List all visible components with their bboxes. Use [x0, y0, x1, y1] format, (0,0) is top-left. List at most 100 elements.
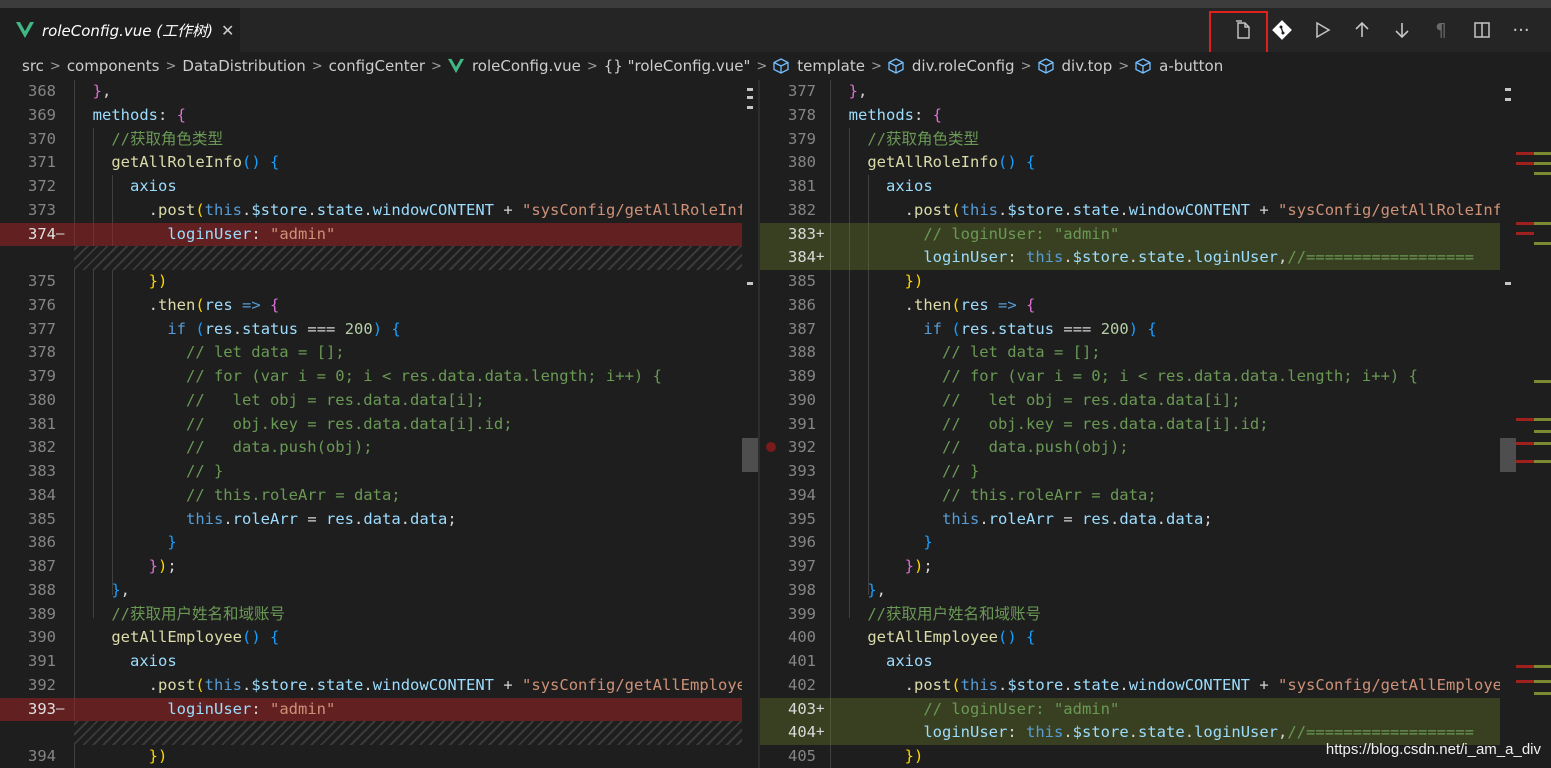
code-line: 381 axios [788, 177, 933, 195]
inserted-marker [1534, 460, 1551, 463]
code-line: 390 getAllEmployee() { [28, 628, 280, 647]
inserted-marker [1534, 692, 1551, 695]
breadcrumb-template-label: template [797, 57, 865, 75]
diff-filler [74, 721, 758, 745]
code-line: 382 // data.push(obj); [28, 438, 373, 457]
code-line: 396 } [788, 533, 933, 552]
code-line: 379 //获取角色类型 [788, 129, 979, 148]
vue-file-icon [16, 22, 34, 38]
code-line: 388 }, [28, 580, 131, 599]
breadcrumb-div-roleconfig[interactable]: div.roleConfig [888, 57, 1015, 75]
overview-ruler[interactable] [1516, 80, 1551, 768]
breadcrumb-file-label: roleConfig.vue [471, 57, 581, 75]
close-icon[interactable]: ✕ [221, 21, 234, 40]
code-line: 387 if (res.status === 200) { [788, 319, 1157, 338]
inserted-marker [1534, 162, 1551, 165]
breadcrumb-file[interactable]: roleConfig.vue [447, 57, 581, 75]
chevron-right-icon: > [1020, 58, 1032, 74]
breadcrumb-object[interactable]: {} "roleConfig.vue" [604, 57, 751, 75]
scroll-thumb[interactable] [1500, 438, 1516, 472]
inserted-line: 384 + loginUser: this.$store.state.loginU… [760, 246, 1516, 270]
vue-file-icon [447, 58, 464, 74]
breakpoint-icon[interactable] [766, 442, 776, 452]
chevron-right-icon: > [586, 58, 598, 74]
code-line: 395 this.roleArr = res.data.data; [788, 509, 1213, 528]
deleted-marker [1516, 418, 1534, 421]
chevron-right-icon: > [49, 58, 61, 74]
inserted-marker [1534, 665, 1551, 668]
pilcrow-icon[interactable]: ¶ [1427, 16, 1455, 44]
breadcrumb-a-button[interactable]: a-button [1135, 57, 1223, 75]
code-line: 371 getAllRoleInfo() { [28, 153, 280, 172]
inserted-line: 403 + // loginUser: "admin" [760, 697, 1516, 722]
breadcrumb-div-top-label: div.top [1061, 57, 1113, 75]
cursor-marker [1505, 98, 1511, 101]
chevron-right-icon: > [756, 58, 768, 74]
split-editor-icon[interactable] [1468, 16, 1496, 44]
deleted-marker [1516, 152, 1534, 155]
code-line: 391 axios [28, 652, 177, 670]
code-line: 392 .post(this.$store.state.windowCONTEN… [28, 675, 758, 694]
breadcrumb-src[interactable]: src [22, 57, 44, 75]
code-line: 385 }) [788, 272, 924, 290]
breadcrumb-components[interactable]: components [67, 57, 160, 75]
code-line: 387 }); [28, 557, 177, 575]
inserted-marker [1534, 418, 1551, 421]
deleted-marker [1516, 442, 1534, 445]
code-line: 370 //获取角色类型 [28, 129, 223, 148]
window-top-strip [0, 0, 1551, 8]
code-line: 391 // obj.key = res.data.data[i].id; [788, 414, 1269, 433]
breadcrumb-div-top[interactable]: div.top [1037, 57, 1113, 75]
chevron-right-icon: > [165, 58, 177, 74]
watermark-text: https://blog.csdn.net/i_am_a_div [1325, 741, 1541, 758]
inserted-marker [1534, 680, 1551, 683]
code-line: 394 // this.roleArr = data; [788, 485, 1157, 504]
code-line: 398 }, [788, 580, 887, 599]
arrow-down-icon[interactable] [1388, 16, 1416, 44]
diff-filler [74, 246, 758, 270]
cursor-marker [747, 96, 753, 99]
tab-title: roleConfig.vue (工作树) [42, 21, 213, 40]
deleted-marker [1516, 162, 1534, 165]
code-line: 400 getAllEmployee() { [788, 628, 1036, 647]
code-line: 369 methods: { [28, 105, 187, 124]
code-line: 384 // this.roleArr = data; [28, 485, 401, 504]
deleted-line: 393— loginUser: "admin" [0, 697, 758, 722]
code-line: 402 .post(this.$store.state.windowCONTEN… [788, 675, 1516, 694]
breadcrumb-configcenter[interactable]: configCenter [329, 57, 425, 75]
diff-modified-pane[interactable]: 377 }, 378 methods: { 379 //获取角色类型 380 g… [760, 80, 1516, 768]
code-line: 392 // data.push(obj); [788, 438, 1129, 457]
right-scrollbar[interactable] [1500, 80, 1516, 768]
cube-icon [1037, 58, 1054, 74]
inserted-marker [1534, 380, 1551, 383]
code-line: 378 methods: { [788, 105, 943, 124]
breadcrumb-template[interactable]: template [773, 57, 865, 75]
code-line: 380 getAllRoleInfo() { [788, 153, 1036, 172]
code-line: 372 axios [28, 177, 177, 195]
git-compare-icon[interactable] [1268, 16, 1296, 44]
code-line: 375 }) [28, 272, 168, 290]
cursor-marker [747, 88, 753, 91]
code-line: 376 .then(res => { [28, 295, 280, 314]
more-icon[interactable]: ··· [1507, 16, 1535, 44]
inserted-marker [1534, 222, 1551, 225]
code-line: 390 // let obj = res.data.data[i]; [788, 390, 1241, 409]
code-line: 383 // } [28, 462, 224, 480]
inserted-marker [1534, 430, 1551, 433]
code-line: 388 // let data = []; [788, 343, 1101, 362]
code-line: 386 } [28, 533, 177, 552]
code-line: 393 // } [788, 462, 980, 480]
breadcrumb-datadistribution[interactable]: DataDistribution [182, 57, 305, 75]
tab-roleconfig[interactable]: roleConfig.vue (工作树) ✕ [0, 8, 240, 52]
scroll-thumb[interactable] [742, 438, 758, 472]
cursor-marker [747, 106, 753, 109]
diff-original-pane[interactable]: 368 }, 369 methods: { 370 //获取角色类型 371 g… [0, 80, 758, 768]
left-scrollbar[interactable] [742, 80, 758, 768]
arrow-up-icon[interactable] [1348, 16, 1376, 44]
cube-icon [1135, 58, 1151, 74]
breadcrumb-a-button-label: a-button [1159, 57, 1224, 75]
chevron-right-icon: > [311, 58, 323, 74]
run-icon[interactable] [1308, 16, 1336, 44]
code-line: 377 if (res.status === 200) { [28, 319, 401, 338]
deleted-marker [1516, 222, 1534, 225]
